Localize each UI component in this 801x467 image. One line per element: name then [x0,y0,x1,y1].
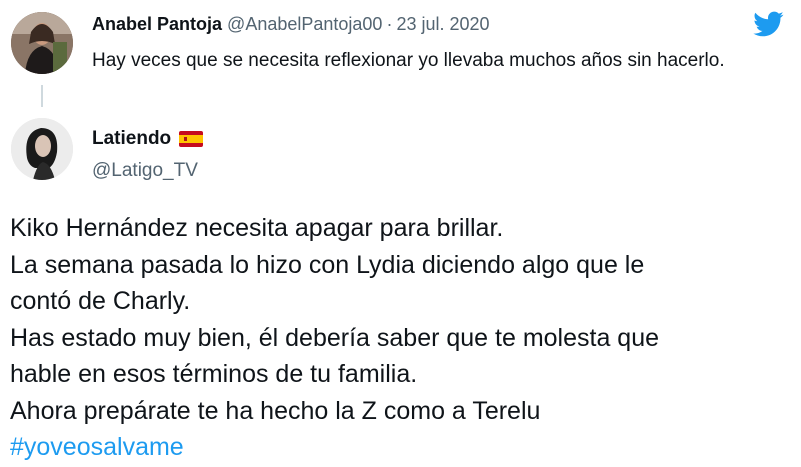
quoted-author-handle[interactable]: @AnabelPantoja00 [227,14,382,34]
reply-author-handle[interactable]: @Latigo_TV [92,160,198,182]
avatar-photo [11,12,73,74]
tweet-line: La semana pasada lo hizo con Lydia dicie… [10,250,645,279]
header-separator: · [386,14,393,34]
tweet-line: Ahora prepárate te ha hecho la Z como a … [10,396,541,425]
tweet-line: Kiko Hernández necesita apagar para bril… [10,214,504,242]
hashtag-link[interactable]: #yoveosalvame [10,433,184,461]
quoted-author-name[interactable]: Anabel Pantoja [92,14,222,34]
avatar-anabel-pantoja[interactable] [11,12,73,74]
quoted-tweet-date[interactable]: 23 jul. 2020 [396,14,489,34]
tweet-line: hable en esos términos de tu familia. [10,360,418,388]
thread-connector-line [41,85,43,107]
quoted-tweet-header: Anabel Pantoja @AnabelPantoja00 · 23 jul. … [92,12,490,36]
reply-author-row: Latiendo [92,128,204,150]
reply-tweet-text: Kiko Hernández necesita apagar para bril… [10,210,790,466]
spain-flag-icon [179,131,204,147]
tweet-line: Has estado muy bien, él debería saber qu… [10,323,660,352]
reply-author-name[interactable]: Latiendo [92,128,171,150]
tweet-line: contó de Charly. [10,287,191,315]
avatar-photo [11,118,73,180]
avatar-latiendo[interactable] [11,118,73,180]
twitter-bird-icon[interactable] [750,8,786,40]
quoted-tweet-text: Hay veces que se necesita reflexionar yo… [92,50,725,71]
